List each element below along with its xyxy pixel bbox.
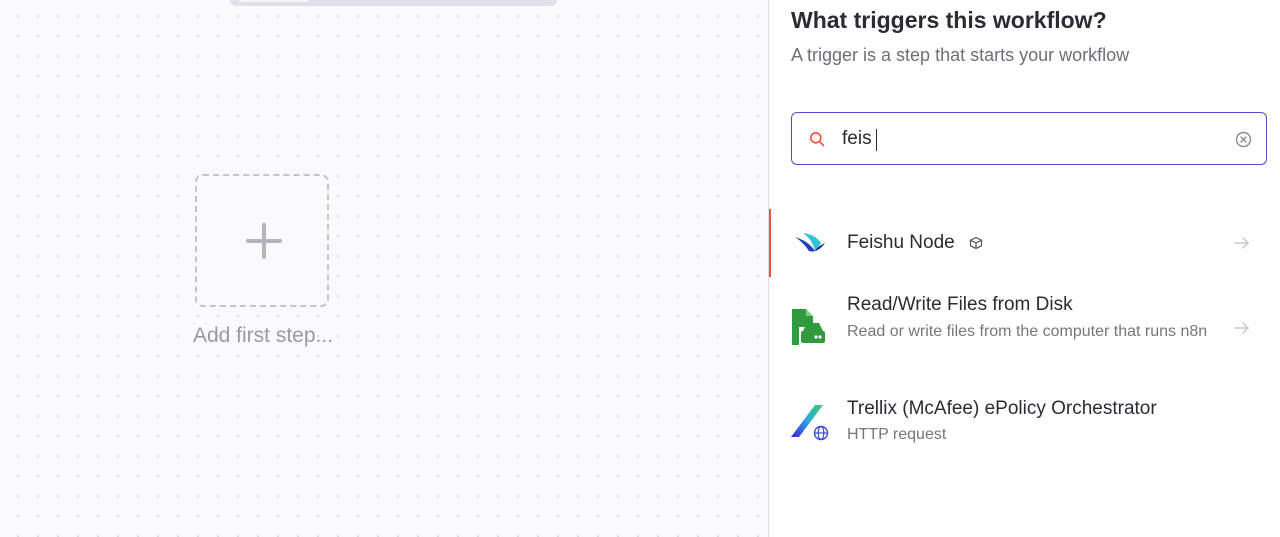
add-first-step-button[interactable] — [195, 174, 329, 307]
trigger-panel: What triggers this workflow? A trigger i… — [768, 0, 1280, 537]
add-first-step-label: Add first step... — [192, 324, 334, 347]
result-description: Read or write files from the computer th… — [847, 323, 1208, 340]
disk-file-icon — [792, 309, 825, 345]
result-item-trellix-epo[interactable]: Trellix (McAfee) ePolicy Orchestrator HT… — [769, 390, 1280, 460]
feishu-bird-icon — [795, 233, 825, 252]
arrow-right-icon — [1234, 237, 1249, 249]
canvas-tab-active[interactable] — [238, 0, 310, 2]
community-node-icon — [969, 236, 983, 250]
trellix-icon — [791, 405, 829, 441]
search-input[interactable] — [842, 123, 1222, 155]
panel-subtitle: A trigger is a step that starts your wor… — [791, 45, 1130, 65]
arrow-right-icon — [1234, 322, 1249, 334]
result-item-read-write-files[interactable]: Read/Write Files from Disk Read or write… — [769, 287, 1280, 371]
workflow-canvas[interactable]: Add first step... — [0, 0, 768, 537]
result-title: Feishu Node — [847, 232, 955, 253]
text-caret — [876, 129, 877, 151]
search-icon — [810, 132, 825, 147]
search-box[interactable] — [791, 112, 1267, 165]
result-title: Trellix (McAfee) ePolicy Orchestrator — [847, 398, 1157, 419]
panel-title: What triggers this workflow? — [791, 7, 1107, 33]
result-title: Read/Write Files from Disk — [847, 294, 1073, 315]
result-item-feishu-node[interactable]: Feishu Node — [769, 209, 1280, 277]
plus-icon-vertical — [262, 223, 266, 259]
clear-search-icon[interactable] — [1235, 131, 1252, 148]
result-description: HTTP request — [847, 426, 947, 443]
